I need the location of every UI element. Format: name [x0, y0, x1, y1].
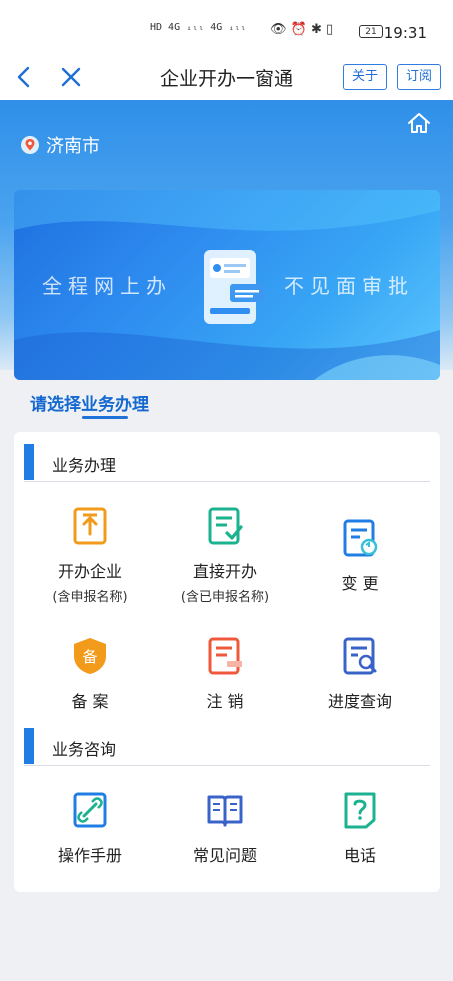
section-title-underline	[82, 416, 128, 419]
nav-bar: 企业开办一窗通 关于 订阅	[0, 56, 453, 100]
open-company-label: 开办企业	[57, 562, 122, 581]
phone-item[interactable]: 电话	[295, 790, 425, 866]
service-card: 业务办理 开办企业 (含申报名称) 直接开办 (含已申报名称) 变 更 备 备 …	[14, 432, 440, 892]
about-button[interactable]: 关于	[343, 64, 388, 90]
open-company-item[interactable]: 开办企业 (含申报名称)	[25, 506, 155, 605]
consult-heading: 业务咨询	[24, 728, 430, 766]
cancel-item[interactable]: 注 销	[160, 636, 290, 712]
consult-heading-label: 业务咨询	[52, 740, 117, 759]
minus-document-icon	[208, 637, 242, 675]
section-title: 请选择业务办理	[30, 395, 149, 415]
heading-accent-bar	[24, 444, 34, 480]
filing-badge-icon: 备	[74, 638, 106, 674]
city-label: 济南市	[46, 136, 100, 157]
manual-item[interactable]: 操作手册	[25, 790, 155, 866]
book-icon	[207, 795, 243, 827]
battery-icon: 21	[359, 25, 383, 38]
banner-left-text: 全程网上办	[42, 274, 172, 298]
heading-divider	[24, 765, 430, 766]
question-document-icon	[344, 792, 376, 829]
heading-divider	[24, 481, 430, 482]
direct-open-label: 直接开办	[192, 562, 257, 581]
signal-indicator: HD 4G ᵢₗₗ 4G ᵢₗₗ	[150, 22, 247, 33]
location-selector[interactable]: 济南市	[20, 132, 100, 158]
direct-open-sub: (含已申报名称)	[180, 590, 270, 605]
subscribe-button[interactable]: 订阅	[397, 64, 442, 90]
progress-query-item[interactable]: 进度查询	[295, 636, 425, 712]
svg-text:备: 备	[82, 648, 97, 666]
business-heading-label: 业务办理	[52, 456, 117, 475]
cancel-label: 注 销	[206, 692, 244, 711]
manual-label: 操作手册	[57, 846, 122, 865]
faq-item[interactable]: 常见问题	[160, 790, 290, 866]
refresh-document-icon	[343, 519, 378, 557]
direct-open-item[interactable]: 直接开办 (含已申报名称)	[160, 506, 290, 605]
filing-item[interactable]: 备 备 案	[25, 636, 155, 712]
close-icon[interactable]	[58, 64, 84, 90]
clock: 19:31	[383, 24, 427, 42]
location-pin-icon	[21, 136, 39, 154]
faq-label: 常见问题	[192, 846, 257, 865]
open-company-sub: (含申报名称)	[52, 590, 128, 605]
back-icon[interactable]	[12, 64, 38, 90]
search-document-icon	[343, 637, 377, 675]
phone-label: 电话	[343, 846, 376, 865]
home-icon[interactable]	[406, 110, 432, 136]
status-icons: 👁 ⏰ ✱ ▯	[270, 22, 334, 37]
link-icon	[73, 792, 107, 828]
filing-label: 备 案	[71, 692, 109, 711]
promo-banner[interactable]: 全程网上办 不见面审批	[14, 190, 440, 380]
phone-illustration-icon	[204, 250, 264, 324]
change-item[interactable]: 变 更	[295, 518, 425, 594]
banner-right-text: 不见面审批	[284, 274, 414, 298]
business-heading: 业务办理	[24, 444, 430, 482]
page-title: 企业开办一窗通	[159, 68, 293, 90]
check-document-icon	[208, 507, 243, 545]
upload-document-icon	[73, 507, 107, 545]
change-label: 变 更	[341, 574, 379, 593]
heading-accent-bar	[24, 728, 34, 764]
progress-query-label: 进度查询	[327, 692, 392, 711]
status-bar: HD 4G ᵢₗₗ 4G ᵢₗₗ 👁 ⏰ ✱ ▯ 21 19:31	[0, 0, 453, 60]
